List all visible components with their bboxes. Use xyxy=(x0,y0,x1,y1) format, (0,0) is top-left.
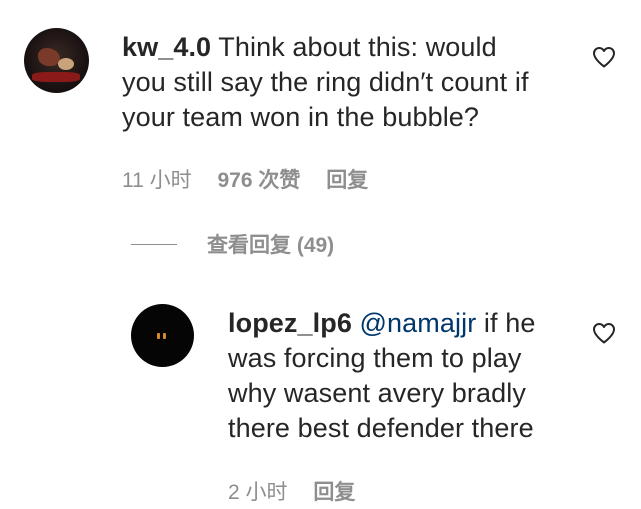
avatar-photo-detail xyxy=(157,333,160,339)
reply-button[interactable]: 回复 xyxy=(313,481,355,504)
avatar-photo-detail xyxy=(163,333,166,339)
comment-meta: 11 小时 976 次赞 回复 xyxy=(122,164,388,194)
comment-text: kw_4.0 Think about this: would you still… xyxy=(122,30,582,135)
reply-line: if he xyxy=(483,308,536,338)
heart-outline-icon[interactable] xyxy=(592,46,616,68)
comment-line: Think about this: would xyxy=(218,32,497,62)
reply-username[interactable]: lopez_lp6 xyxy=(228,308,352,338)
reply-line: was forcing them to play xyxy=(228,343,522,373)
reply-button[interactable]: 回复 xyxy=(326,169,368,192)
comment-username[interactable]: kw_4.0 xyxy=(122,32,211,62)
comment-line: you still say the ring didn′t count if xyxy=(122,67,529,97)
reply-line: there best defender there xyxy=(228,413,534,443)
reply-mention[interactable]: @namajjr xyxy=(360,308,477,338)
like-count[interactable]: 976 次赞 xyxy=(217,169,300,192)
avatar-photo-detail xyxy=(32,72,80,82)
commenter-avatar[interactable] xyxy=(24,28,89,93)
avatar-photo-detail xyxy=(38,48,60,66)
comment-line: your team won in the bubble? xyxy=(122,102,480,132)
avatar-photo-detail xyxy=(58,58,74,70)
view-replies-label: 查看回复 (49) xyxy=(207,234,335,257)
view-replies-button[interactable]: 查看回复 (49) xyxy=(131,229,334,259)
reply-timestamp: 2 小时 xyxy=(228,481,288,504)
heart-outline-icon[interactable] xyxy=(592,322,616,344)
reply-line: why wasent avery bradly xyxy=(228,378,526,408)
divider-line xyxy=(131,243,177,245)
reply-meta: 2 小时 回复 xyxy=(228,476,375,506)
comment-timestamp: 11 小时 xyxy=(122,169,192,192)
replier-avatar[interactable] xyxy=(131,304,194,367)
reply-text: lopez_lp6 @namajjr if he was forcing the… xyxy=(228,306,568,446)
